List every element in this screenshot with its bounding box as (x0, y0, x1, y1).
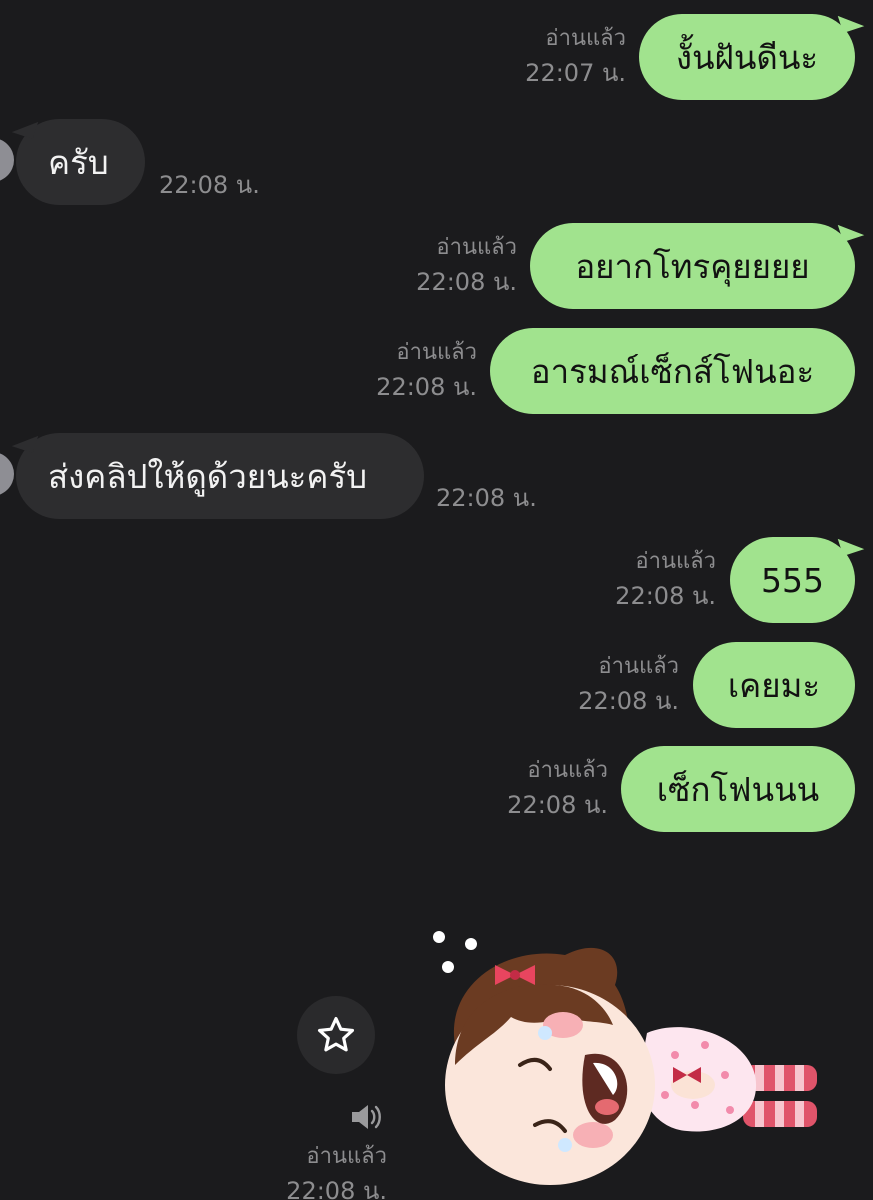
message-meta: อ่านแล้ว 22:08 น. (376, 336, 477, 404)
message-text: อารมณ์เซ็กส์โฟนอะ (530, 351, 815, 391)
message-text: อยากโทรคุยยยย (575, 246, 810, 286)
read-status: อ่านแล้ว (396, 340, 477, 365)
chat-view: อ่านแล้ว 22:07 น. งั้นฝันดีนะ ครับ 22:08… (0, 0, 873, 1200)
read-status: อ่านแล้ว (545, 26, 626, 51)
message-text: เซ็กโฟนนน (656, 769, 820, 809)
message-meta: อ่านแล้ว 22:07 น. (525, 22, 626, 90)
incoming-message-bubble[interactable]: ส่งคลิปให้ดูด้วยนะครับ (16, 433, 424, 519)
bubble-tail (837, 9, 865, 33)
message-time: 22:08 น. (376, 373, 477, 401)
message-text: ส่งคลิปให้ดูด้วยนะครับ (48, 456, 368, 496)
message-time: 22:08 น. (578, 687, 679, 715)
speaker-icon[interactable] (350, 1103, 386, 1131)
message-time: 22:08 น. (615, 582, 716, 610)
outgoing-message-bubble[interactable]: เคยมะ (693, 642, 855, 728)
outgoing-message-bubble[interactable]: เซ็กโฟนนน (621, 746, 855, 832)
star-icon (317, 1016, 355, 1052)
read-status: อ่านแล้ว (306, 1144, 387, 1169)
incoming-message-bubble[interactable]: ครับ (16, 119, 145, 205)
message-time: 22:08 น. (416, 268, 517, 296)
read-status: อ่านแล้ว (598, 654, 679, 679)
message-text: 555 (761, 560, 824, 600)
message-text: งั้นฝันดีนะ (675, 37, 819, 77)
favorite-sticker-button[interactable] (297, 996, 375, 1074)
read-status: อ่านแล้ว (527, 758, 608, 783)
message-time: 22:08 น. (286, 1177, 387, 1200)
message-time: 22:08 น. (507, 791, 608, 819)
outgoing-message-bubble[interactable]: อยากโทรคุยยยย (530, 223, 855, 309)
outgoing-message-bubble[interactable]: 555 (730, 537, 855, 623)
read-status: อ่านแล้ว (436, 235, 517, 260)
message-text: เคยมะ (727, 665, 821, 705)
message-time: 22:08 น. (436, 484, 537, 512)
message-time: 22:07 น. (525, 59, 626, 87)
read-status: อ่านแล้ว (635, 549, 716, 574)
message-meta: อ่านแล้ว 22:08 น. (507, 754, 608, 822)
sticker-meta: อ่านแล้ว 22:08 น. (286, 1140, 387, 1200)
message-meta: อ่านแล้ว 22:08 น. (416, 231, 517, 299)
message-meta: อ่านแล้ว 22:08 น. (578, 650, 679, 718)
contact-avatar[interactable] (0, 138, 14, 182)
bubble-tail (837, 532, 865, 556)
message-text: ครับ (48, 142, 109, 182)
outgoing-message-bubble[interactable]: งั้นฝันดีนะ (639, 14, 855, 100)
sticker-image[interactable] (425, 925, 845, 1200)
bubble-tail (837, 218, 865, 242)
message-time: 22:08 น. (159, 171, 260, 199)
message-meta: อ่านแล้ว 22:08 น. (615, 545, 716, 613)
outgoing-message-bubble[interactable]: อารมณ์เซ็กส์โฟนอะ (490, 328, 855, 414)
contact-avatar[interactable] (0, 452, 14, 496)
